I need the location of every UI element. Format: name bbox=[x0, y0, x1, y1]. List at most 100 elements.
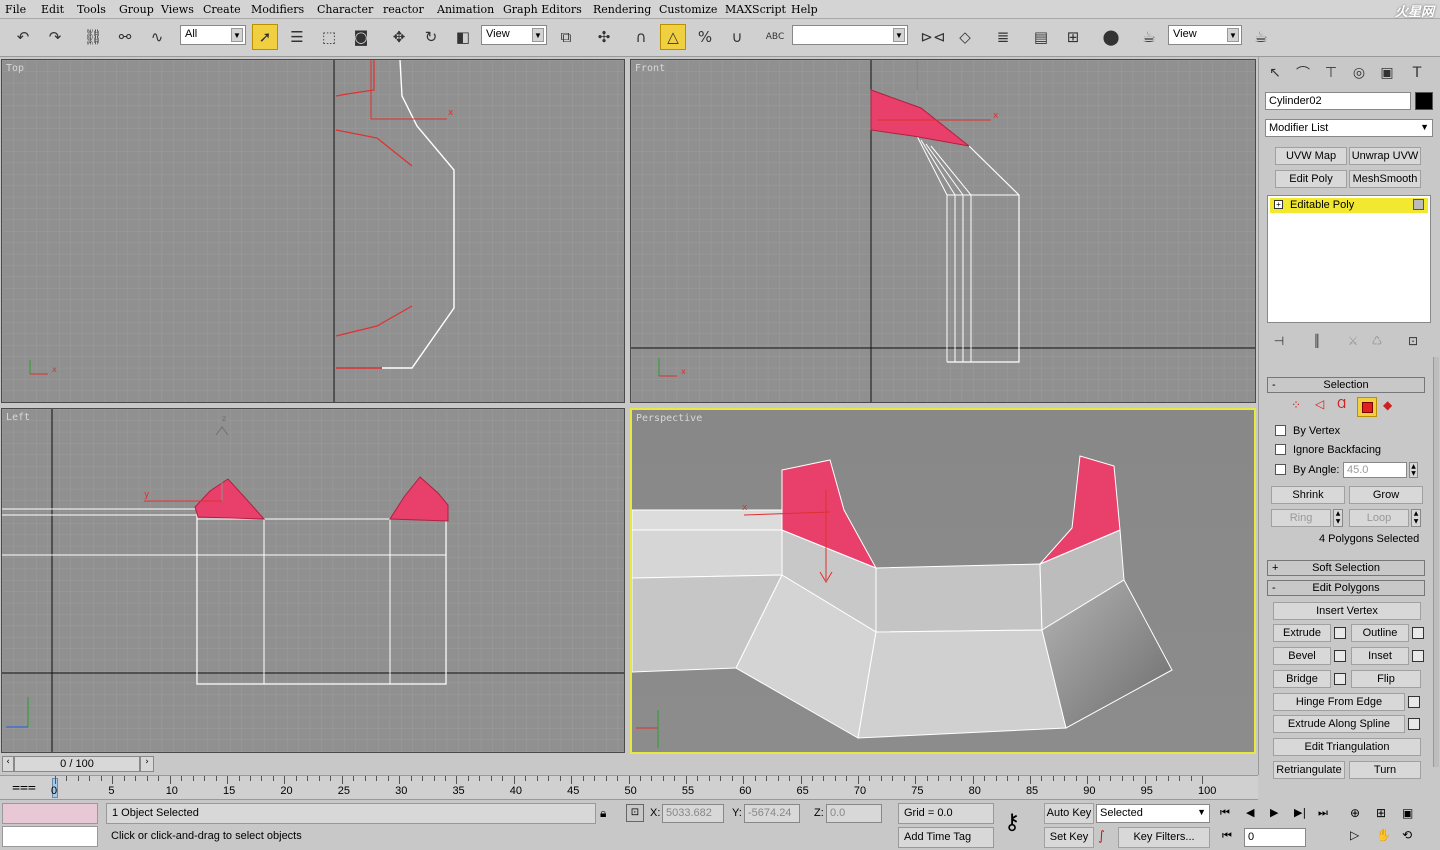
menu-tools[interactable]: Tools bbox=[77, 3, 106, 16]
menu-reactor[interactable]: reactor bbox=[383, 3, 424, 16]
selection-filter-dropdown[interactable]: All ▼ bbox=[180, 25, 246, 45]
bevel-button[interactable]: Bevel bbox=[1273, 647, 1331, 665]
display-tab-icon[interactable]: ▣ bbox=[1375, 61, 1399, 85]
stack-item-toggle[interactable] bbox=[1413, 199, 1424, 210]
ignore-backfacing-checkbox[interactable] bbox=[1275, 444, 1286, 455]
key-tangent-icon[interactable]: ∫ bbox=[1098, 829, 1105, 844]
maxscript-listener-pink[interactable] bbox=[2, 803, 98, 824]
element-mode-icon[interactable]: ◆ bbox=[1383, 398, 1392, 412]
turn-button[interactable]: Turn bbox=[1349, 761, 1421, 779]
next-frame-icon[interactable]: ▶| bbox=[1294, 806, 1306, 819]
spinner-snap-icon[interactable]: ∪ bbox=[724, 24, 750, 50]
angle-spinner-arrows[interactable]: ▲ ▼ bbox=[1409, 462, 1418, 478]
object-color-swatch[interactable] bbox=[1415, 92, 1433, 110]
key-mode-dropdown[interactable]: Selected ▼ bbox=[1096, 804, 1210, 823]
align-icon[interactable]: ◇ bbox=[952, 24, 978, 50]
layer-manager-icon[interactable]: ≣ bbox=[990, 24, 1016, 50]
menu-help[interactable]: Help bbox=[791, 3, 818, 16]
unwrap-uvw-button[interactable]: Unwrap UVW bbox=[1349, 147, 1421, 165]
schematic-view-icon[interactable]: ⊞ bbox=[1060, 24, 1086, 50]
viewport-front[interactable]: Front x x bbox=[630, 59, 1256, 403]
selection-rollout-header[interactable]: - Selection bbox=[1267, 377, 1425, 393]
add-time-tag-button[interactable]: Add Time Tag bbox=[898, 827, 994, 848]
viewport-perspective-label[interactable]: Perspective bbox=[636, 413, 702, 424]
unlink-icon[interactable]: ⚯ bbox=[112, 24, 138, 50]
soft-selection-rollout-header[interactable]: + Soft Selection bbox=[1267, 560, 1425, 576]
select-object-icon[interactable]: ➚ bbox=[252, 24, 278, 50]
viewport-top-label[interactable]: Top bbox=[6, 63, 24, 74]
snap-toggle-icon[interactable]: ∩ bbox=[628, 24, 654, 50]
current-frame-field[interactable]: 0 bbox=[1244, 828, 1306, 847]
zoom-extents-icon[interactable]: ▣ bbox=[1402, 806, 1413, 820]
by-vertex-checkbox[interactable] bbox=[1275, 425, 1286, 436]
pin-stack-icon[interactable]: ⊣ bbox=[1267, 329, 1291, 353]
open-mini-curve-editor-icon[interactable]: ⩶ bbox=[12, 779, 36, 795]
hierarchy-tab-icon[interactable]: ⊤ bbox=[1319, 61, 1343, 85]
edge-mode-icon[interactable]: ◁ bbox=[1315, 397, 1324, 411]
menu-rendering[interactable]: Rendering bbox=[593, 3, 651, 16]
key-icon[interactable]: ⚷ bbox=[1004, 810, 1020, 835]
extrude-button[interactable]: Extrude bbox=[1273, 624, 1331, 642]
viewport-front-label[interactable]: Front bbox=[635, 63, 665, 74]
menu-maxscript[interactable]: MAXScript bbox=[725, 3, 786, 16]
angle-snap-icon[interactable]: △ bbox=[660, 24, 686, 50]
retriangulate-button[interactable]: Retriangulate bbox=[1273, 761, 1345, 779]
viewport-top[interactable]: Top x x bbox=[1, 59, 625, 403]
time-prev-icon[interactable]: ‹ bbox=[2, 756, 14, 772]
remove-modifier-icon[interactable]: ♺ bbox=[1365, 329, 1389, 353]
bind-space-warp-icon[interactable]: ∿ bbox=[144, 24, 170, 50]
modifier-list-dropdown[interactable]: Modifier List ▼ bbox=[1265, 119, 1433, 137]
zoom-all-icon[interactable]: ⊞ bbox=[1376, 806, 1386, 820]
menu-modifiers[interactable]: Modifiers bbox=[251, 3, 304, 16]
vertex-mode-icon[interactable]: ⁘ bbox=[1291, 398, 1301, 412]
hinge-settings-icon[interactable] bbox=[1408, 696, 1420, 708]
rotate-icon[interactable]: ↻ bbox=[418, 24, 444, 50]
hinge-from-edge-button[interactable]: Hinge From Edge bbox=[1273, 693, 1405, 711]
mirror-icon[interactable]: ⊳⊲ bbox=[920, 24, 946, 50]
z-coordinate-field[interactable]: 0.0 bbox=[826, 804, 882, 823]
play-icon[interactable]: ▶ bbox=[1270, 806, 1278, 819]
by-angle-checkbox[interactable] bbox=[1275, 464, 1286, 475]
render-scene-icon[interactable]: ☕ bbox=[1136, 24, 1162, 50]
pivot-center-icon[interactable]: ⧉ bbox=[553, 24, 579, 50]
curve-editor-icon[interactable]: ▤ bbox=[1028, 24, 1054, 50]
create-tab-icon[interactable]: ↖ bbox=[1263, 61, 1287, 85]
inset-settings-icon[interactable] bbox=[1412, 650, 1424, 662]
grow-button[interactable]: Grow bbox=[1349, 486, 1423, 504]
arc-rotate-icon[interactable]: ⟲ bbox=[1402, 828, 1412, 842]
bevel-settings-icon[interactable] bbox=[1334, 650, 1346, 662]
angle-spinner[interactable]: 45.0 bbox=[1343, 462, 1407, 478]
field-of-view-icon[interactable]: ▷ bbox=[1350, 828, 1359, 842]
menu-group[interactable]: Group bbox=[119, 3, 154, 16]
viewport-left[interactable]: Left y z bbox=[1, 408, 625, 753]
menu-create[interactable]: Create bbox=[203, 3, 241, 16]
y-coordinate-field[interactable]: -5674.24 bbox=[744, 804, 800, 823]
previous-frame-icon[interactable]: ◀ bbox=[1246, 806, 1254, 819]
go-to-start-icon[interactable]: ⏮ bbox=[1220, 806, 1230, 820]
render-type-dropdown[interactable]: View ▼ bbox=[1168, 25, 1242, 45]
viewport-left-label[interactable]: Left bbox=[6, 412, 30, 423]
auto-key-button[interactable]: Auto Key bbox=[1044, 803, 1094, 824]
stack-item-editable-poly[interactable]: + Editable Poly bbox=[1270, 198, 1428, 213]
inset-button[interactable]: Inset bbox=[1351, 647, 1409, 665]
show-end-result-icon[interactable]: ║ bbox=[1305, 329, 1329, 353]
make-unique-icon[interactable]: ⚔ bbox=[1341, 329, 1365, 353]
manipulate-icon[interactable]: ✣ bbox=[591, 24, 617, 50]
named-selection-dropdown[interactable]: ▼ bbox=[792, 25, 908, 45]
flip-button[interactable]: Flip bbox=[1351, 670, 1421, 688]
menu-customize[interactable]: Customize bbox=[659, 3, 717, 16]
modify-tab-icon[interactable]: ⌒ bbox=[1291, 61, 1315, 85]
menu-edit[interactable]: Edit bbox=[41, 3, 64, 16]
edit-triangulation-button[interactable]: Edit Triangulation bbox=[1273, 738, 1421, 756]
quick-render-icon[interactable]: ☕ bbox=[1248, 24, 1274, 50]
move-icon[interactable]: ✥ bbox=[386, 24, 412, 50]
pan-icon[interactable]: ✋ bbox=[1376, 828, 1391, 842]
utilities-tab-icon[interactable]: T bbox=[1405, 61, 1429, 85]
viewport-perspective[interactable]: Perspective x bbox=[630, 408, 1256, 754]
time-next-icon[interactable]: › bbox=[140, 756, 154, 772]
border-mode-icon[interactable]: Ɑ bbox=[1337, 397, 1346, 411]
meshsmooth-button[interactable]: MeshSmooth bbox=[1349, 170, 1421, 188]
bridge-settings-icon[interactable] bbox=[1334, 673, 1346, 685]
extrude-settings-icon[interactable] bbox=[1334, 627, 1346, 639]
shrink-button[interactable]: Shrink bbox=[1271, 486, 1345, 504]
